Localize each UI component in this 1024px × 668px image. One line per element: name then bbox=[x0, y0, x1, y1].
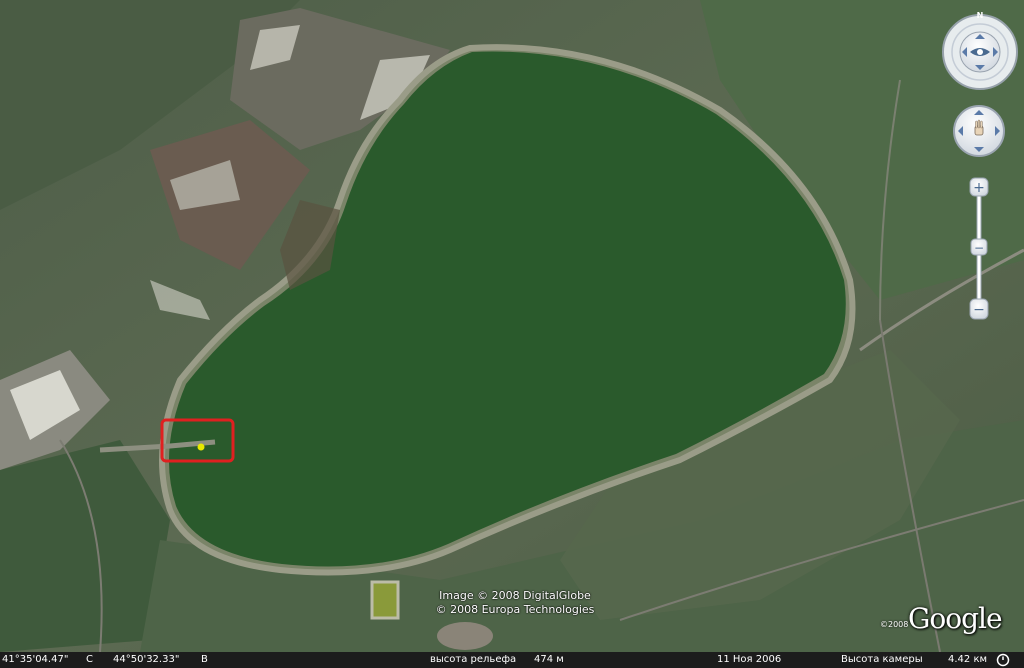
copyright-year: ©2008 bbox=[880, 620, 909, 629]
zoom-in-button[interactable]: + bbox=[969, 177, 989, 197]
zoom-thumb[interactable]: − bbox=[970, 238, 988, 256]
imagery-date: 11 Ноя 2006 bbox=[717, 654, 782, 665]
imagery-attribution: Image © 2008 DigitalGlobe bbox=[439, 589, 591, 602]
move-control[interactable] bbox=[952, 104, 1006, 158]
zoom-in-label: + bbox=[973, 180, 985, 196]
data-attribution: © 2008 Europa Technologies bbox=[435, 603, 595, 616]
zoom-slider[interactable]: + − − bbox=[968, 177, 990, 323]
look-control[interactable]: N bbox=[940, 12, 1020, 92]
eye-altitude-value: 4.42 км bbox=[948, 654, 988, 665]
streaming-indicator-icon bbox=[996, 653, 1010, 667]
latitude-hemisphere: С bbox=[86, 654, 93, 665]
zoom-mid-label: − bbox=[974, 241, 984, 255]
satellite-map[interactable] bbox=[0, 0, 1024, 668]
zoom-out-button[interactable]: − bbox=[969, 298, 989, 320]
pond bbox=[370, 580, 400, 620]
status-bar: 41°35'04.47" С 44°50'32.33" В высота рел… bbox=[0, 652, 1024, 668]
eye-altitude-label: Высота камеры bbox=[841, 654, 923, 665]
elevation-value: 474 м bbox=[534, 654, 564, 665]
hand-icon[interactable] bbox=[974, 119, 984, 136]
google-logo: Google bbox=[908, 602, 1003, 635]
latitude-readout: 41°35'04.47" bbox=[2, 654, 69, 665]
compass-north[interactable]: N bbox=[977, 12, 984, 20]
elevation-label: высота рельефа bbox=[430, 654, 517, 665]
location-marker[interactable] bbox=[197, 443, 205, 451]
zoom-out-label: − bbox=[973, 302, 985, 318]
longitude-hemisphere: В bbox=[201, 654, 208, 665]
longitude-readout: 44°50'32.33" bbox=[113, 654, 180, 665]
quarry bbox=[437, 622, 493, 650]
